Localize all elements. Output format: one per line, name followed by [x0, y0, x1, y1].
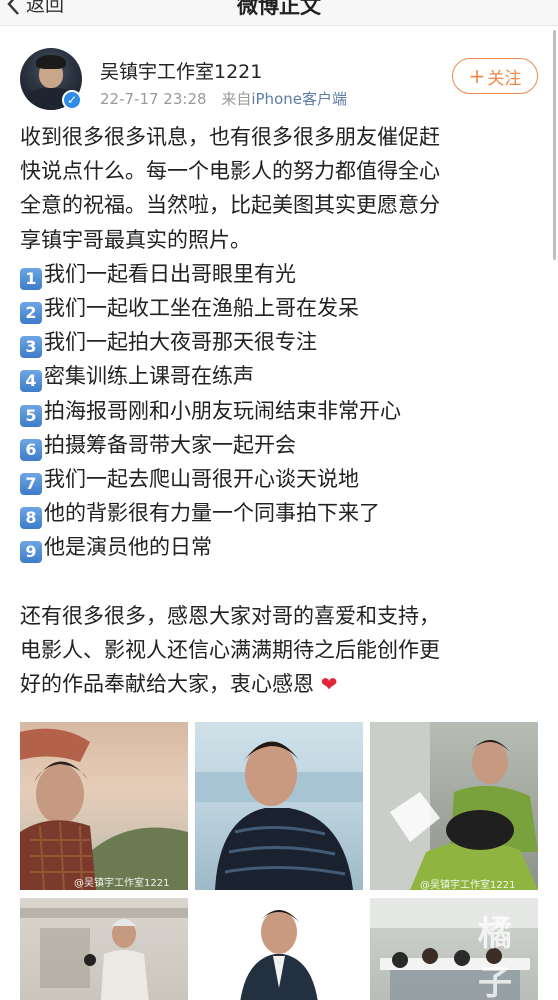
keycap-number-icon: 2	[20, 302, 42, 325]
username[interactable]: 吴镇宇工作室1221	[100, 57, 262, 84]
list-item: 8 他的背影很有力量一个同事拍下来了	[20, 496, 544, 530]
keycap-number-icon: 1	[20, 267, 42, 290]
closing-line-text: 好的作品奉献给大家，衷心感恩	[20, 672, 314, 697]
list-item-text: 拍摄筹备哥带大家一起开会	[44, 432, 296, 457]
verified-badge-icon: ✓	[62, 90, 82, 110]
list-item-text: 我们一起拍大夜哥那天很专注	[44, 330, 317, 355]
post-header: ✓ 吴镇宇工作室1221 22-7-17 23:28 来自iPhone客户端 +…	[0, 30, 558, 120]
post-datetime: 22-7-17 23:28	[100, 90, 207, 108]
scrollbar[interactable]	[553, 30, 556, 260]
keycap-number-icon: 9	[20, 541, 42, 564]
list-item-text: 密集训练上课哥在练声	[44, 364, 254, 389]
intro-line: 收到很多很多讯息，也有很多很多朋友催促赶	[20, 125, 440, 149]
list-item-text: 我们一起收工坐在渔船上哥在发呆	[44, 296, 359, 321]
list-item: 7 我们一起去爬山哥很开心谈天说地	[20, 462, 544, 496]
photo-thumbnail[interactable]: @吴镇宇工作室1221	[370, 722, 538, 890]
keycap-number-icon: 5	[20, 404, 42, 427]
list-item: 1 我们一起看日出哥眼里有光	[20, 257, 544, 291]
keycap-number-icon: 4	[20, 370, 42, 393]
list-item-text: 我们一起去爬山哥很开心谈天说地	[44, 467, 359, 492]
heart-icon: ❤	[320, 672, 338, 697]
source-prefix: 来自	[221, 90, 252, 108]
list-item: 3 我们一起拍大夜哥那天很专注	[20, 325, 544, 359]
list-item-text: 拍海报哥刚和小朋友玩闹结束非常开心	[44, 398, 401, 423]
photo-watermark: @吴镇宇工作室1221	[420, 880, 516, 890]
corner-watermark: 橘子	[478, 914, 512, 1000]
photo-thumbnail[interactable]	[195, 898, 363, 1000]
plus-icon: +	[468, 64, 486, 88]
keycap-number-icon: 3	[20, 336, 42, 359]
photo-watermark: @吴镇宇工作室1221	[74, 878, 170, 889]
closing-line: 好的作品奉献给大家，衷心感恩 ❤	[20, 667, 544, 701]
follow-button[interactable]: + 关注	[452, 58, 538, 94]
post-content: 收到很多很多讯息，也有很多很多朋友催促赶 快说点什么。每一个电影人的努力都值得全…	[20, 120, 544, 701]
intro-line: 全意的祝福。当然啦，比起美图其实更愿意分	[20, 193, 440, 218]
follow-label: 关注	[487, 68, 522, 89]
photo-thumbnail[interactable]: @吴镇宇工作室1221	[20, 722, 188, 890]
keycap-number-icon: 7	[20, 473, 42, 496]
list-item: 6 拍摄筹备哥带大家一起开会	[20, 428, 544, 462]
list-item-text: 我们一起看日出哥眼里有光	[44, 261, 296, 286]
closing-line: 还有很多很多，感恩大家对哥的喜爱和支持，	[20, 603, 440, 628]
top-nav-bar: 返回 微博正文	[0, 0, 558, 26]
closing-line: 电影人、影视人还信心满满期待之后能创作更	[20, 638, 440, 663]
list-item-text: 他的背影很有力量一个同事拍下来了	[44, 501, 380, 526]
keycap-number-icon: 6	[20, 438, 42, 461]
list-item: 2 我们一起收工坐在渔船上哥在发呆	[20, 291, 544, 325]
photo-thumbnail[interactable]: 橘子	[370, 898, 538, 1000]
photo-grid: @吴镇宇工作室1221 @吴镇宇工作室1221 橘子	[20, 722, 538, 1000]
photo-thumbnail[interactable]	[195, 722, 363, 890]
page-title: 微博正文	[237, 0, 321, 18]
keycap-number-icon: 8	[20, 507, 42, 530]
post-source[interactable]: iPhone客户端	[251, 90, 347, 108]
intro-line: 快说点什么。每一个电影人的努力都值得全心	[20, 159, 440, 184]
list-item: 4 密集训练上课哥在练声	[20, 359, 544, 393]
list-item: 5 拍海报哥刚和小朋友玩闹结束非常开心	[20, 394, 544, 428]
list-item: 9 他是演员他的日常	[20, 530, 544, 564]
photo-thumbnail[interactable]	[20, 898, 188, 1000]
post-meta: 22-7-17 23:28 来自iPhone客户端	[100, 88, 347, 109]
list-item-text: 他是演员他的日常	[44, 535, 212, 560]
intro-line: 享镇宇哥最真实的照片。	[20, 227, 251, 252]
